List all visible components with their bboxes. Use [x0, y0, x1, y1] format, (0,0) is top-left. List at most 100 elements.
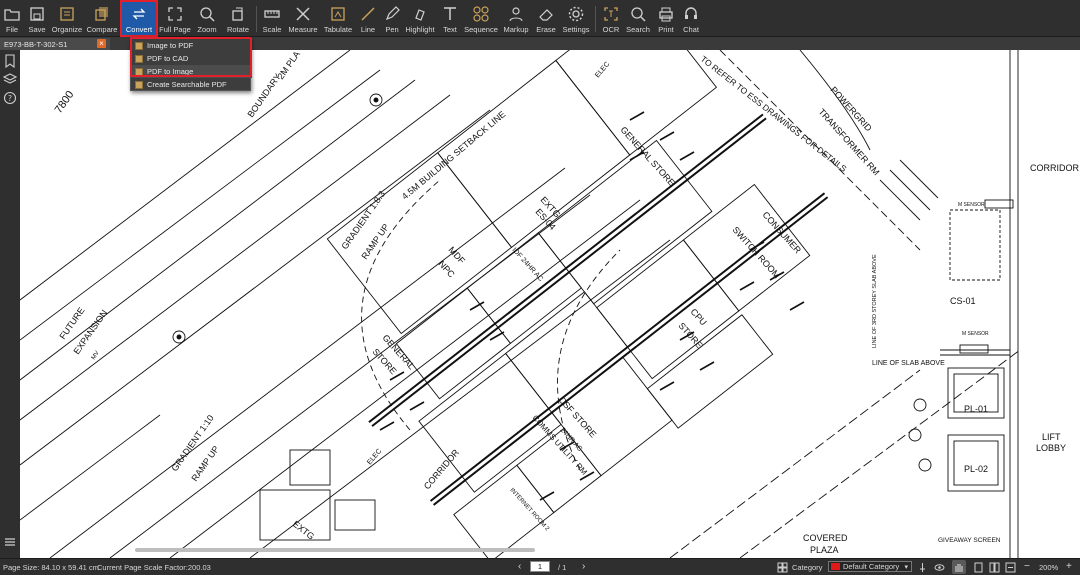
menu-item-pdf-to-image[interactable]: PDF to Image: [131, 65, 252, 78]
settings-button[interactable]: Settings: [559, 0, 593, 37]
hand-tool-button[interactable]: [952, 560, 966, 574]
next-page-icon[interactable]: ›: [582, 561, 585, 572]
label-setback: 4.5M BUILDING SETBACK LINE: [400, 109, 508, 202]
zoom-label: Zoom: [197, 25, 217, 34]
sequence-icon: [473, 6, 489, 22]
pin-icon[interactable]: [917, 562, 928, 573]
eye-icon[interactable]: [934, 562, 945, 573]
scale-label: Scale: [262, 25, 282, 34]
line-button[interactable]: Line: [355, 0, 381, 37]
compare-icon: [95, 7, 108, 21]
rotate-icon: [232, 7, 243, 21]
label-idf: IDF 24HR AC: [511, 247, 545, 283]
menu-icon[interactable]: [3, 535, 17, 549]
menu-item-label: Image to PDF: [147, 41, 194, 50]
menu-item-label: Create Searchable PDF: [147, 80, 227, 89]
pen-button[interactable]: Pen: [381, 0, 403, 37]
search-label: Search: [626, 25, 650, 34]
drawing-canvas[interactable]: BOUNDARY 7800 4.5M BUILDING SETBACK LINE…: [20, 50, 1080, 558]
save-label: Save: [28, 25, 46, 34]
markup-button[interactable]: Markup: [499, 0, 533, 37]
page-total: / 1: [558, 563, 567, 572]
fullpage-button[interactable]: Full Page: [158, 0, 192, 37]
label-cpu: CPU: [689, 307, 709, 328]
cad-icon: [135, 54, 143, 63]
highlight-icon: [415, 9, 425, 21]
organize-button[interactable]: Organize: [50, 0, 84, 37]
close-icon[interactable]: ×: [97, 39, 106, 48]
gear-icon: [568, 6, 584, 22]
label-ramp1: RAMP UP: [359, 222, 391, 261]
fit-width-icon[interactable]: [1005, 562, 1016, 573]
fullscreen-icon: [168, 7, 182, 21]
file-button[interactable]: File: [0, 0, 24, 37]
text-button[interactable]: Text: [437, 0, 463, 37]
left-sidebar: ?: [0, 50, 20, 558]
erase-button[interactable]: Erase: [533, 0, 559, 37]
search-icon: [631, 7, 646, 22]
fullpage-label: Full Page: [159, 25, 191, 34]
label-npc: NPC: [437, 259, 457, 280]
zoom-in-icon[interactable]: +: [1066, 561, 1072, 572]
label-plant: 2M PLA: [275, 50, 302, 81]
tabulate-icon: [331, 7, 345, 21]
document-tab[interactable]: E973-BB-T-302-S1 ×: [0, 38, 110, 50]
zoom-level[interactable]: 200%: [1039, 563, 1058, 572]
ocr-button[interactable]: OCR: [598, 0, 624, 37]
convert-button[interactable]: Convert: [120, 0, 158, 37]
scale-factor-text: Current Page Scale Factor:200.03: [97, 563, 211, 572]
search-button[interactable]: Search: [624, 0, 652, 37]
label-corridor-mid: CORRIDOR: [422, 447, 461, 491]
measure-icon: [296, 7, 310, 21]
menu-item-label: PDF to CAD: [147, 54, 189, 63]
sequence-button[interactable]: Sequence: [463, 0, 499, 37]
measure-label: Measure: [288, 25, 318, 34]
label-covered: COVERED: [803, 533, 848, 543]
main-toolbar: File Save Organize Compare Convert Full …: [0, 0, 1080, 37]
organize-icon: [60, 7, 74, 21]
label-giveaway: GIVEAWAY SCREEN: [938, 537, 1001, 544]
horizontal-scrollbar[interactable]: [135, 548, 535, 552]
page-size-text: Page Size: 84.10 x 59.41 cm: [3, 563, 99, 572]
help-icon[interactable]: ?: [3, 91, 17, 105]
searchable-pdf-icon: [135, 80, 143, 89]
tabulate-button[interactable]: Tabulate: [321, 0, 355, 37]
bookmark-icon[interactable]: [3, 54, 17, 68]
category-select[interactable]: Default Category ▾: [828, 561, 912, 572]
single-page-icon[interactable]: [973, 562, 984, 573]
menu-item-image-to-pdf[interactable]: Image to PDF: [131, 39, 252, 52]
menu-item-searchable-pdf[interactable]: Create Searchable PDF: [131, 78, 252, 91]
label-transformer: TRANSFORMER RM: [817, 107, 882, 178]
label-lobby: LOBBY: [1036, 443, 1066, 453]
measure-button[interactable]: Measure: [285, 0, 321, 37]
chat-button[interactable]: Chat: [680, 0, 702, 37]
rotate-button[interactable]: Rotate: [222, 0, 254, 37]
menu-item-pdf-to-cad[interactable]: PDF to CAD: [131, 52, 252, 65]
print-button[interactable]: Print: [652, 0, 680, 37]
convert-label: Convert: [125, 25, 153, 34]
label-cs: CS-01: [950, 296, 976, 306]
zoom-button[interactable]: Zoom: [192, 0, 222, 37]
label-line-slab: LINE OF SLAB ABOVE: [872, 360, 945, 367]
layers-icon[interactable]: [3, 72, 17, 86]
label-extg-bottom: EXTG: [291, 519, 316, 542]
markup-label: Markup: [503, 25, 529, 34]
label-dim: 7800: [53, 89, 77, 116]
floor-plan-drawing: BOUNDARY 7800 4.5M BUILDING SETBACK LINE…: [20, 50, 1079, 558]
zoom-out-icon[interactable]: −: [1024, 561, 1030, 572]
printer-icon: [659, 7, 673, 22]
label-internet: INTERNET ROOM 2: [509, 487, 551, 533]
prev-page-icon[interactable]: ‹: [518, 561, 521, 572]
highlight-button[interactable]: Highlight: [403, 0, 437, 37]
page-number-input[interactable]: 1: [530, 561, 550, 572]
toolbar-divider: [595, 6, 596, 32]
menu-item-label: PDF to Image: [147, 67, 194, 76]
chat-label: Chat: [683, 25, 699, 34]
line-icon: [361, 7, 375, 21]
two-page-icon[interactable]: [989, 562, 1000, 573]
compare-button[interactable]: Compare: [84, 0, 120, 37]
sequence-label: Sequence: [464, 25, 498, 34]
save-button[interactable]: Save: [24, 0, 50, 37]
scale-button[interactable]: Scale: [259, 0, 285, 37]
label-lift: LIFT: [1042, 432, 1061, 442]
